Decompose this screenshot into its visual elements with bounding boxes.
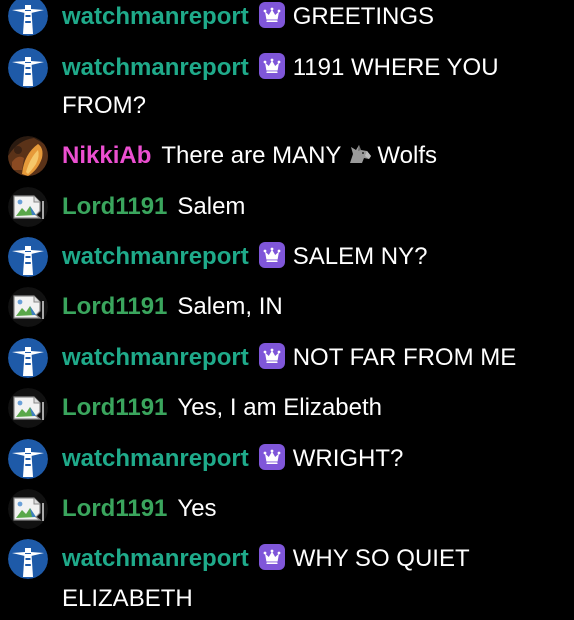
message-text: NOT FAR FROM ME [292, 344, 517, 371]
message-text-end: Wolfs [377, 142, 437, 169]
message-text: SALEM NY? [292, 243, 428, 270]
lighthouse-avatar[interactable] [8, 48, 48, 88]
username[interactable]: watchmanreport [62, 3, 249, 30]
username[interactable]: Lord1191 [62, 193, 167, 220]
lighthouse-avatar[interactable] [8, 237, 48, 277]
message-text: GREETINGS [292, 3, 435, 30]
username[interactable]: watchmanreport [62, 243, 249, 270]
lighthouse-avatar[interactable] [8, 439, 48, 479]
chat-log: watchmanreport GREETINGS watchmanreport 11… [0, 0, 574, 620]
username[interactable]: watchmanreport [62, 54, 249, 81]
lighthouse-avatar[interactable] [8, 539, 48, 579]
broken-image-avatar[interactable] [8, 489, 48, 529]
username[interactable]: Lord1191 [62, 495, 167, 522]
crown-badge-icon [258, 343, 285, 369]
username[interactable]: watchmanreport [62, 545, 249, 572]
username[interactable]: Lord1191 [62, 394, 167, 421]
crown-badge-icon [258, 242, 285, 268]
wolf-emoji-icon [350, 145, 372, 163]
message-text-continued: ELIZABETH [62, 585, 193, 612]
crown-badge-icon [258, 2, 285, 28]
crown-badge-icon [258, 544, 285, 570]
message-text: Salem [177, 193, 246, 220]
photo-avatar[interactable] [8, 136, 48, 176]
username[interactable]: NikkiAb [62, 142, 151, 169]
message-text: Yes, I am Elizabeth [177, 394, 382, 421]
message-text: WRIGHT? [292, 445, 404, 472]
message-text: Salem, IN [177, 293, 283, 320]
message-text: 1191 WHERE YOU [292, 54, 499, 81]
crown-badge-icon [258, 53, 285, 79]
broken-image-avatar[interactable] [8, 287, 48, 327]
message-text-continued: FROM? [62, 92, 146, 119]
broken-image-avatar[interactable] [8, 388, 48, 428]
lighthouse-avatar[interactable] [8, 0, 48, 36]
message-text: WHY SO QUIET [292, 545, 470, 572]
message-text: Yes [177, 495, 217, 522]
lighthouse-avatar[interactable] [8, 338, 48, 378]
message-text: There are MANY [161, 142, 342, 169]
username[interactable]: Lord1191 [62, 293, 167, 320]
broken-image-avatar[interactable] [8, 187, 48, 227]
username[interactable]: watchmanreport [62, 344, 249, 371]
crown-badge-icon [258, 444, 285, 470]
username[interactable]: watchmanreport [62, 445, 249, 472]
